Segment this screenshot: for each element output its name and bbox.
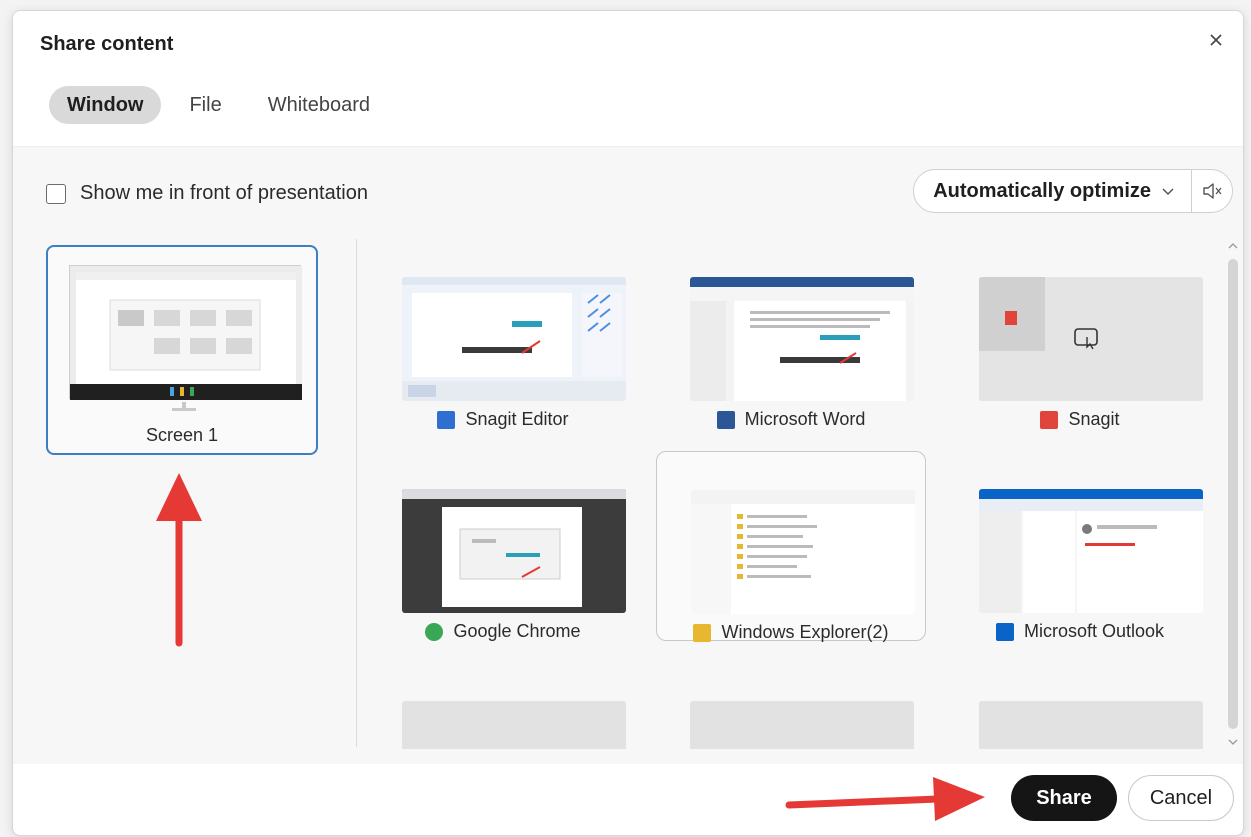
outlook-icon — [995, 622, 1014, 641]
window-thumbnail — [402, 701, 626, 749]
screen-label: Screen 1 — [145, 425, 219, 445]
optimize-controls: Automatically optimize — [913, 169, 1233, 213]
window-thumbnail — [690, 277, 914, 401]
window-card-google-chrome[interactable]: Google Chrome — [368, 451, 638, 641]
window-thumbnail — [979, 277, 1203, 401]
monitor-stand-icon — [172, 402, 196, 411]
share-content-dialog: Share content Window File Whiteboard Sho… — [12, 10, 1244, 836]
scrollbar-thumb[interactable] — [1228, 259, 1238, 729]
speaker-muted-icon — [1203, 183, 1222, 199]
chevron-down-icon — [1162, 188, 1174, 196]
share-button[interactable]: Share — [1011, 775, 1117, 821]
window-thumbnail — [691, 490, 915, 614]
tab-whiteboard[interactable]: Whiteboard — [250, 86, 388, 124]
tab-window[interactable]: Window — [49, 86, 162, 124]
show-me-checkbox[interactable] — [46, 183, 66, 204]
optimize-label: Automatically optimize — [933, 179, 1151, 202]
window-card-placeholder[interactable] — [368, 663, 638, 749]
window-label: Windows Explorer(2) — [657, 622, 925, 643]
screen-thumbnail — [69, 265, 302, 400]
panel-divider — [356, 239, 357, 747]
window-label: Snagit Editor — [368, 409, 638, 430]
close-icon — [1210, 34, 1222, 46]
window-grid: Snagit Editor Microsoft Word Snagit Goog… — [368, 239, 1221, 749]
window-grid-scrollbar[interactable] — [1225, 239, 1241, 749]
close-button[interactable] — [1203, 27, 1229, 53]
content-area: Show me in front of presentation Automat… — [13, 146, 1243, 764]
window-thumbnail — [979, 489, 1203, 613]
folder-icon — [693, 623, 712, 642]
window-label: Snagit — [945, 409, 1215, 430]
window-card-microsoft-word[interactable]: Microsoft Word — [656, 239, 926, 429]
show-me-option[interactable]: Show me in front of presentation — [46, 182, 368, 205]
audio-toggle-button[interactable] — [1192, 170, 1232, 212]
optimize-dropdown[interactable]: Automatically optimize — [914, 170, 1191, 212]
chevron-down-icon[interactable] — [1227, 737, 1239, 747]
tab-bar: Window File Whiteboard — [49, 86, 388, 124]
window-card-placeholder[interactable] — [656, 663, 926, 749]
window-card-microsoft-outlook[interactable]: Microsoft Outlook — [945, 451, 1215, 641]
window-label: Microsoft Outlook — [945, 621, 1215, 642]
window-thumbnail — [979, 701, 1203, 749]
word-icon — [716, 410, 735, 429]
window-card-snagit-editor[interactable]: Snagit Editor — [368, 239, 638, 429]
window-card-windows-explorer[interactable]: Windows Explorer(2) — [656, 451, 926, 643]
show-me-label: Show me in front of presentation — [80, 182, 368, 204]
window-card-placeholder[interactable] — [945, 663, 1215, 749]
screen-card-1[interactable]: Screen 1 — [46, 245, 318, 455]
chevron-up-icon[interactable] — [1227, 241, 1239, 251]
cancel-button[interactable]: Cancel — [1128, 775, 1234, 821]
window-thumbnail — [690, 701, 914, 749]
snagit-icon — [1040, 410, 1059, 429]
window-thumbnail — [402, 277, 626, 401]
tab-file[interactable]: File — [171, 86, 239, 124]
window-label: Google Chrome — [368, 621, 638, 642]
arrow-right-annotation — [785, 777, 985, 821]
chrome-icon — [425, 622, 444, 641]
snagit-editor-icon — [437, 410, 456, 429]
window-label: Microsoft Word — [656, 409, 926, 430]
dialog-title: Share content — [40, 33, 174, 55]
window-card-snagit[interactable]: Snagit — [945, 239, 1215, 429]
window-thumbnail — [402, 489, 626, 613]
